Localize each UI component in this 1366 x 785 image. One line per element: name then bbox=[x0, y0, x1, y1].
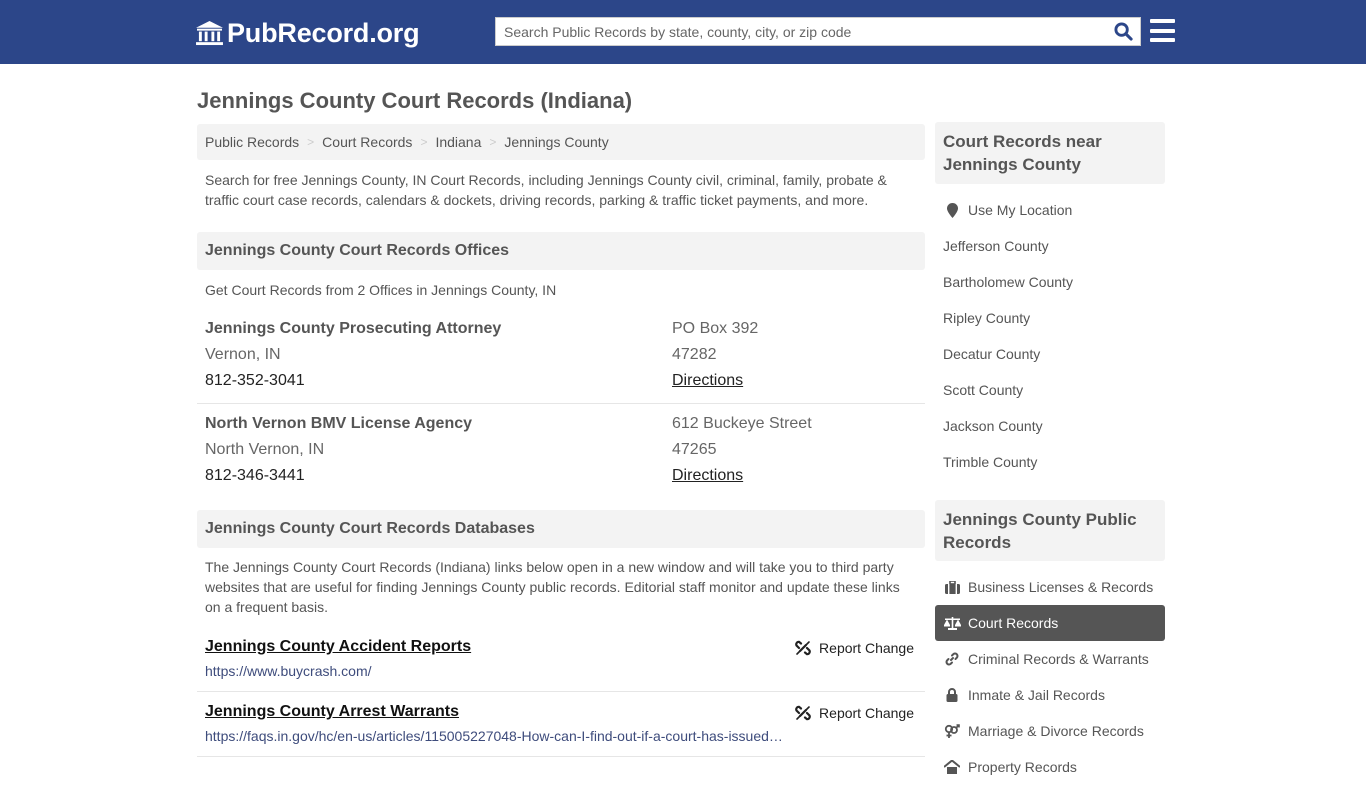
breadcrumb-separator: > bbox=[307, 135, 315, 149]
use-my-location-button[interactable]: Use My Location bbox=[935, 192, 1165, 228]
office-name: Jennings County Prosecuting Attorney bbox=[205, 320, 502, 337]
office-city: Vernon, IN bbox=[205, 346, 281, 363]
menu-bar bbox=[1150, 28, 1175, 33]
sidebar-item-label: Marriage & Divorce Records bbox=[968, 723, 1144, 739]
nearby-section-title: Court Records near Jennings County bbox=[935, 122, 1165, 184]
office-name: North Vernon BMV License Agency bbox=[205, 415, 473, 432]
breadcrumb-indiana[interactable]: Indiana bbox=[435, 134, 481, 150]
breadcrumb-public-records[interactable]: Public Records bbox=[205, 134, 299, 150]
page-title: Jennings County Court Records (Indiana) bbox=[197, 88, 633, 113]
database-link-url[interactable]: https://www.buycrash.com/ bbox=[205, 663, 372, 679]
broken-link-icon bbox=[795, 640, 811, 656]
office-zip: 47265 bbox=[672, 441, 717, 458]
sidebar-item-inmate-records[interactable]: Inmate & Jail Records bbox=[935, 677, 1165, 713]
report-change-label: Report Change bbox=[819, 640, 914, 656]
search-icon bbox=[1113, 22, 1133, 41]
site-logo[interactable]: PubRecord.org bbox=[196, 17, 420, 49]
database-link-item: Jennings County Accident Reports https:/… bbox=[197, 638, 925, 698]
sidebar-item-business-licenses[interactable]: Business Licenses & Records bbox=[935, 569, 1165, 605]
office-city: North Vernon, IN bbox=[205, 441, 325, 458]
nearby-county-link[interactable]: Bartholomew County bbox=[935, 264, 1165, 300]
divider bbox=[197, 691, 925, 692]
nearby-county-link[interactable]: Ripley County bbox=[935, 300, 1165, 336]
office-phone[interactable]: 812-352-3041 bbox=[205, 368, 501, 394]
nearby-county-link[interactable]: Jefferson County bbox=[935, 228, 1165, 264]
database-link-title[interactable]: Jennings County Arrest Warrants bbox=[205, 703, 459, 721]
report-change-button[interactable]: Report Change bbox=[795, 640, 914, 656]
home-icon bbox=[943, 759, 961, 775]
logo-text: PubRecord.org bbox=[227, 17, 420, 48]
sidebar-item-court-records[interactable]: Court Records bbox=[935, 605, 1165, 641]
breadcrumb-court-records[interactable]: Court Records bbox=[322, 134, 412, 150]
divider bbox=[197, 403, 925, 404]
use-my-location-label: Use My Location bbox=[968, 202, 1073, 218]
report-change-label: Report Change bbox=[819, 705, 914, 721]
sidebar-item-label: Court Records bbox=[968, 615, 1059, 631]
map-marker-icon bbox=[943, 202, 961, 218]
breadcrumb-jennings-county[interactable]: Jennings County bbox=[504, 134, 608, 150]
courthouse-icon bbox=[196, 20, 223, 45]
sidebar-item-marriage-records[interactable]: Marriage & Divorce Records bbox=[935, 713, 1165, 749]
sidebar-item-property-records[interactable]: Property Records bbox=[935, 749, 1165, 785]
offices-section-title: Jennings County Court Records Offices bbox=[197, 232, 925, 270]
scales-icon bbox=[943, 615, 961, 631]
breadcrumb: Public Records > Court Records > Indiana… bbox=[197, 124, 925, 160]
menu-bar bbox=[1150, 38, 1175, 42]
database-link-item: Jennings County Arrest Warrants https://… bbox=[197, 703, 925, 763]
nearby-county-link[interactable]: Trimble County bbox=[935, 444, 1165, 480]
briefcase-icon bbox=[943, 579, 961, 595]
breadcrumb-separator: > bbox=[420, 135, 428, 149]
link-icon bbox=[943, 651, 961, 667]
directions-link[interactable]: Directions bbox=[672, 372, 743, 389]
breadcrumb-separator: > bbox=[489, 135, 497, 149]
sidebar-item-label: Criminal Records & Warrants bbox=[968, 651, 1149, 667]
database-link-url[interactable]: https://faqs.in.gov/hc/en-us/articles/11… bbox=[205, 728, 783, 744]
office-item: Jennings County Prosecuting Attorney Ver… bbox=[197, 316, 925, 406]
office-address: 612 Buckeye Street bbox=[672, 415, 812, 432]
office-address: PO Box 392 bbox=[672, 320, 759, 337]
site-header: PubRecord.org bbox=[0, 0, 1366, 64]
report-change-button[interactable]: Report Change bbox=[795, 705, 914, 721]
hamburger-menu-button[interactable] bbox=[1150, 19, 1175, 42]
divider bbox=[197, 756, 925, 757]
offices-subtitle: Get Court Records from 2 Offices in Jenn… bbox=[205, 282, 557, 298]
nearby-county-link[interactable]: Scott County bbox=[935, 372, 1165, 408]
search-input[interactable] bbox=[496, 18, 1106, 45]
search-box bbox=[495, 17, 1141, 46]
directions-link[interactable]: Directions bbox=[672, 467, 743, 484]
sidebar-item-criminal-records[interactable]: Criminal Records & Warrants bbox=[935, 641, 1165, 677]
database-link-title[interactable]: Jennings County Accident Reports bbox=[205, 638, 471, 656]
office-item: North Vernon BMV License Agency North Ve… bbox=[197, 411, 925, 501]
nearby-county-link[interactable]: Decatur County bbox=[935, 336, 1165, 372]
office-phone[interactable]: 812-346-3441 bbox=[205, 463, 472, 489]
broken-link-icon bbox=[795, 705, 811, 721]
sidebar-item-label: Business Licenses & Records bbox=[968, 579, 1154, 595]
menu-bar bbox=[1150, 19, 1175, 23]
venus-mars-icon bbox=[943, 723, 961, 739]
databases-section-title: Jennings County Court Records Databases bbox=[197, 510, 925, 548]
sidebar-item-label: Inmate & Jail Records bbox=[968, 687, 1105, 703]
intro-text: Search for free Jennings County, IN Cour… bbox=[205, 172, 887, 208]
office-zip: 47282 bbox=[672, 346, 717, 363]
public-records-section-title: Jennings County Public Records bbox=[935, 500, 1165, 561]
nearby-county-link[interactable]: Jackson County bbox=[935, 408, 1165, 444]
lock-icon bbox=[943, 687, 961, 703]
sidebar-item-label: Property Records bbox=[968, 759, 1077, 775]
databases-description: The Jennings County Court Records (India… bbox=[205, 559, 900, 615]
search-button[interactable] bbox=[1106, 18, 1140, 45]
